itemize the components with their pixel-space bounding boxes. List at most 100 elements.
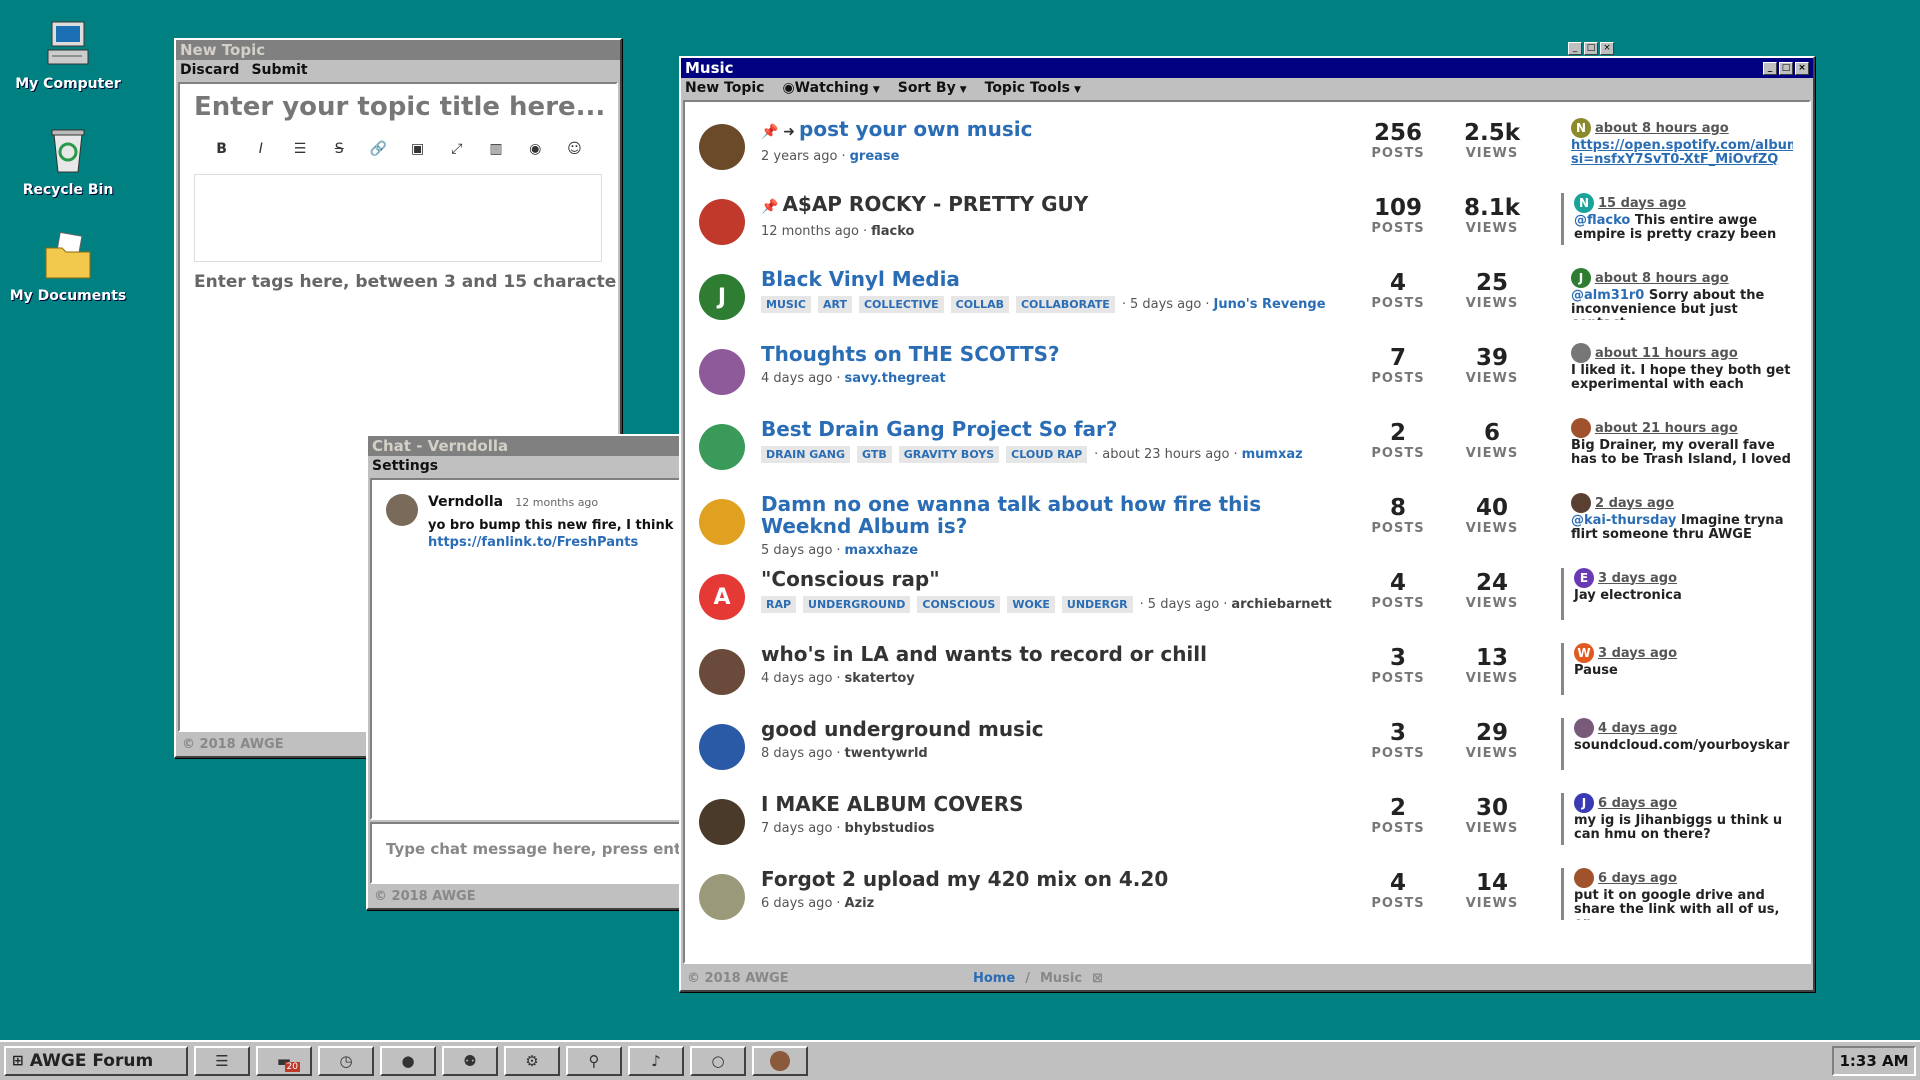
author-avatar[interactable]: J (699, 274, 745, 320)
submit-button[interactable]: Submit (251, 62, 307, 78)
bell-icon[interactable]: ♪ (628, 1046, 684, 1076)
title-bar[interactable]: Music _ □ × (681, 58, 1813, 78)
last-reply-time[interactable]: about 21 hours ago (1595, 421, 1738, 436)
emoji-icon[interactable]: ☺ (555, 136, 594, 162)
topic-author[interactable]: bhybstudios (845, 821, 935, 836)
start-button[interactable]: ⊞ AWGE Forum (4, 1046, 188, 1076)
new-topic-menu[interactable]: New Topic (685, 80, 764, 96)
topic-author[interactable]: twentywrld (845, 746, 928, 761)
author-avatar[interactable] (699, 649, 745, 695)
last-poster-avatar[interactable] (1571, 418, 1591, 438)
author-avatar[interactable] (699, 499, 745, 545)
topic-tag[interactable]: UNDERGR (1061, 596, 1133, 613)
topic-title[interactable]: 📌 A$AP ROCKY - PRETTY GUY (761, 193, 1351, 218)
message-link[interactable]: https://fanlink.to/FreshPants (428, 535, 673, 550)
topic-title[interactable]: Thoughts on THE SCOTTS? (761, 343, 1351, 365)
sort-by-menu[interactable]: Sort By ▼ (898, 80, 967, 96)
last-reply[interactable]: W 3 days ago Pause (1561, 643, 1793, 695)
topic-title[interactable]: Black Vinyl Media (761, 268, 1351, 290)
last-reply-time[interactable]: 6 days ago (1598, 796, 1677, 811)
last-reply[interactable]: Jabout 8 hours ago @alm31r0 Sorry about … (1561, 268, 1793, 320)
topic-title[interactable]: who's in LA and wants to record or chill (761, 643, 1351, 665)
last-reply-time[interactable]: 2 days ago (1595, 496, 1674, 511)
author-avatar[interactable] (699, 724, 745, 770)
maximize-button[interactable]: □ (1779, 61, 1793, 75)
topic-row[interactable]: J Black Vinyl Media MUSIC ART COLLECTIVE CO… (685, 254, 1809, 329)
clock-icon[interactable]: ◷ (318, 1046, 374, 1076)
avatar[interactable] (752, 1046, 808, 1076)
topic-author[interactable]: archiebarnett (1231, 597, 1331, 612)
topic-row[interactable]: Damn no one wanna talk about how fire th… (685, 479, 1809, 558)
topic-title[interactable]: good underground music (761, 718, 1351, 740)
topic-tag[interactable]: ART (817, 296, 852, 313)
last-poster-avatar[interactable]: E (1574, 568, 1594, 588)
calendar-icon[interactable]: ▬ 20 (256, 1046, 312, 1076)
title-bar[interactable]: New Topic (176, 40, 620, 60)
topic-tag[interactable]: GRAVITY BOYS (898, 446, 1000, 463)
topic-author[interactable]: maxxhaze (845, 543, 919, 558)
maximize-button[interactable]: □ (1584, 42, 1598, 55)
last-poster-avatar[interactable]: J (1574, 793, 1594, 813)
topic-tag[interactable]: CLOUD RAP (1006, 446, 1088, 463)
desktop-icon-my-documents[interactable]: My Documents (8, 230, 128, 304)
last-reply-time[interactable]: about 8 hours ago (1595, 271, 1729, 286)
discard-button[interactable]: Discard (180, 62, 239, 78)
rss-icon[interactable]: ⊠ (1092, 971, 1103, 986)
topic-title[interactable]: Best Drain Gang Project So far? (761, 418, 1351, 440)
last-reply-time[interactable]: 6 days ago (1598, 871, 1677, 886)
user-mention[interactable]: @kai-thursday (1571, 513, 1676, 528)
last-reply[interactable]: about 21 hours ago Big Drainer, my overa… (1561, 418, 1793, 470)
last-poster-avatar[interactable]: N (1571, 118, 1591, 138)
author-avatar[interactable] (699, 874, 745, 920)
topic-row[interactable]: I MAKE ALBUM COVERS 7 days ago · bhybstu… (685, 779, 1809, 854)
avatar[interactable] (386, 494, 418, 526)
topic-tag[interactable]: DRAIN GANG (761, 446, 851, 463)
cogs-icon[interactable]: ⚙ (504, 1046, 560, 1076)
topic-row[interactable]: Best Drain Gang Project So far? DRAIN GA… (685, 404, 1809, 479)
breadcrumb-home[interactable]: Home (973, 971, 1015, 986)
minimize-button[interactable]: _ (1568, 42, 1582, 55)
topic-title[interactable]: I MAKE ALBUM COVERS (761, 793, 1351, 815)
author-avatar[interactable]: A (699, 574, 745, 620)
topic-tag[interactable]: RAP (761, 596, 797, 613)
preview-icon[interactable]: ◉ (516, 136, 555, 162)
chart-icon[interactable]: ▥ (476, 136, 515, 162)
tags-input[interactable]: Enter tags here, between 3 and 15 charac… (180, 262, 616, 302)
topic-tag[interactable]: UNDERGROUND (803, 596, 911, 613)
last-poster-avatar[interactable] (1574, 868, 1594, 888)
topic-title-input[interactable]: Enter your topic title here... (180, 84, 616, 130)
topic-author[interactable]: Juno's Revenge (1214, 297, 1326, 312)
topic-tag[interactable]: WOKE (1007, 596, 1055, 613)
topic-tag[interactable]: MUSIC (761, 296, 811, 313)
last-reply[interactable]: 2 days ago @kai-thursday Imagine tryna f… (1561, 493, 1793, 545)
topic-title[interactable]: Damn no one wanna talk about how fire th… (761, 493, 1351, 537)
topic-row[interactable]: Thoughts on THE SCOTTS? 4 days ago · sav… (685, 329, 1809, 404)
user-mention[interactable]: @alm31r0 (1571, 288, 1644, 303)
topic-body-input[interactable] (194, 174, 602, 262)
topic-tag[interactable]: COLLECTIVE (858, 296, 944, 313)
topic-author[interactable]: skatertoy (845, 671, 915, 686)
last-reply-time[interactable]: about 8 hours ago (1595, 121, 1729, 136)
author-avatar[interactable] (699, 349, 745, 395)
last-reply-time[interactable]: 4 days ago (1598, 721, 1677, 736)
topic-row[interactable]: who's in LA and wants to record or chill… (685, 629, 1809, 704)
last-reply[interactable]: Nabout 8 hours ago https://open.spotify.… (1561, 118, 1793, 170)
topic-author[interactable]: grease (850, 149, 900, 164)
chat-icon[interactable]: ○ (690, 1046, 746, 1076)
image-icon[interactable]: ▣ (398, 136, 437, 162)
author-avatar[interactable] (699, 424, 745, 470)
topic-row[interactable]: good underground music 8 days ago · twen… (685, 704, 1809, 779)
topic-author[interactable]: mumxaz (1242, 447, 1303, 462)
topic-row[interactable]: 📌 A$AP ROCKY - PRETTY GUY 12 months ago ·… (685, 179, 1809, 254)
topic-tools-menu[interactable]: Topic Tools ▼ (985, 80, 1081, 96)
author-avatar[interactable] (699, 199, 745, 245)
close-button[interactable]: × (1600, 42, 1614, 55)
last-poster-avatar[interactable]: N (1574, 193, 1594, 213)
topic-author[interactable]: flacko (871, 224, 914, 239)
author-avatar[interactable] (699, 124, 745, 170)
search-icon[interactable]: ⚲ (566, 1046, 622, 1076)
last-reply[interactable]: E 3 days ago Jay electronica (1561, 568, 1793, 620)
link-icon[interactable]: 🔗 (359, 136, 398, 162)
last-reply[interactable]: J 6 days ago my ig is Jihanbiggs u think … (1561, 793, 1793, 845)
italic-button[interactable]: I (241, 136, 280, 162)
